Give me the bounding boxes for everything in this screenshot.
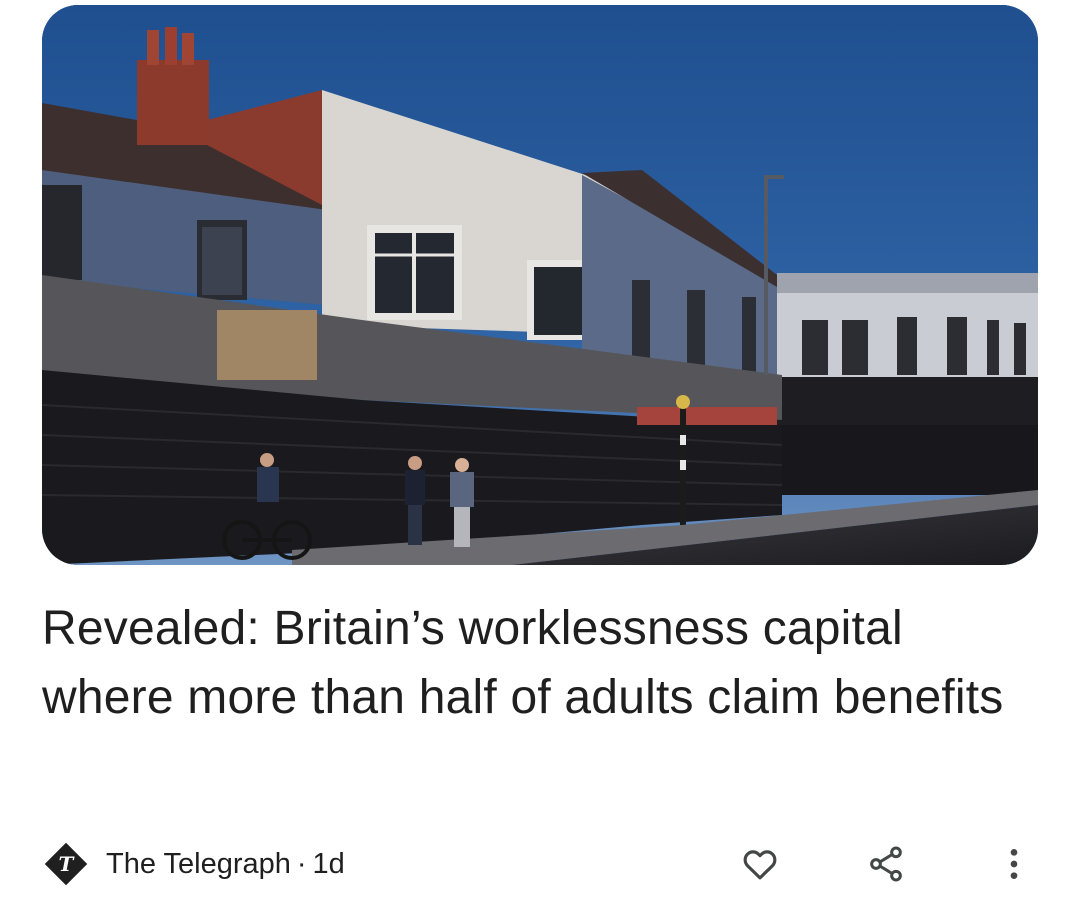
street-photo bbox=[42, 5, 1038, 565]
more-options-button[interactable] bbox=[988, 838, 1040, 890]
share-icon bbox=[866, 844, 906, 884]
share-button[interactable] bbox=[860, 838, 912, 890]
meta-separator: · bbox=[296, 847, 307, 880]
article-headline[interactable]: Revealed: Britain’s worklessness capital… bbox=[42, 594, 1042, 732]
source-name[interactable]: The Telegraph bbox=[106, 848, 291, 880]
article-age: 1d bbox=[312, 847, 345, 880]
heart-outline-icon bbox=[740, 844, 780, 884]
source-line: The Telegraph · 1d bbox=[106, 848, 345, 881]
news-card[interactable]: Revealed: Britain’s worklessness capital… bbox=[0, 0, 1080, 923]
article-image[interactable] bbox=[42, 5, 1038, 565]
more-vert-icon bbox=[994, 844, 1034, 884]
telegraph-logo-icon: T bbox=[42, 840, 90, 888]
article-meta: T The Telegraph · 1d bbox=[42, 838, 345, 890]
svg-text:T: T bbox=[59, 852, 76, 876]
like-button[interactable] bbox=[734, 838, 786, 890]
